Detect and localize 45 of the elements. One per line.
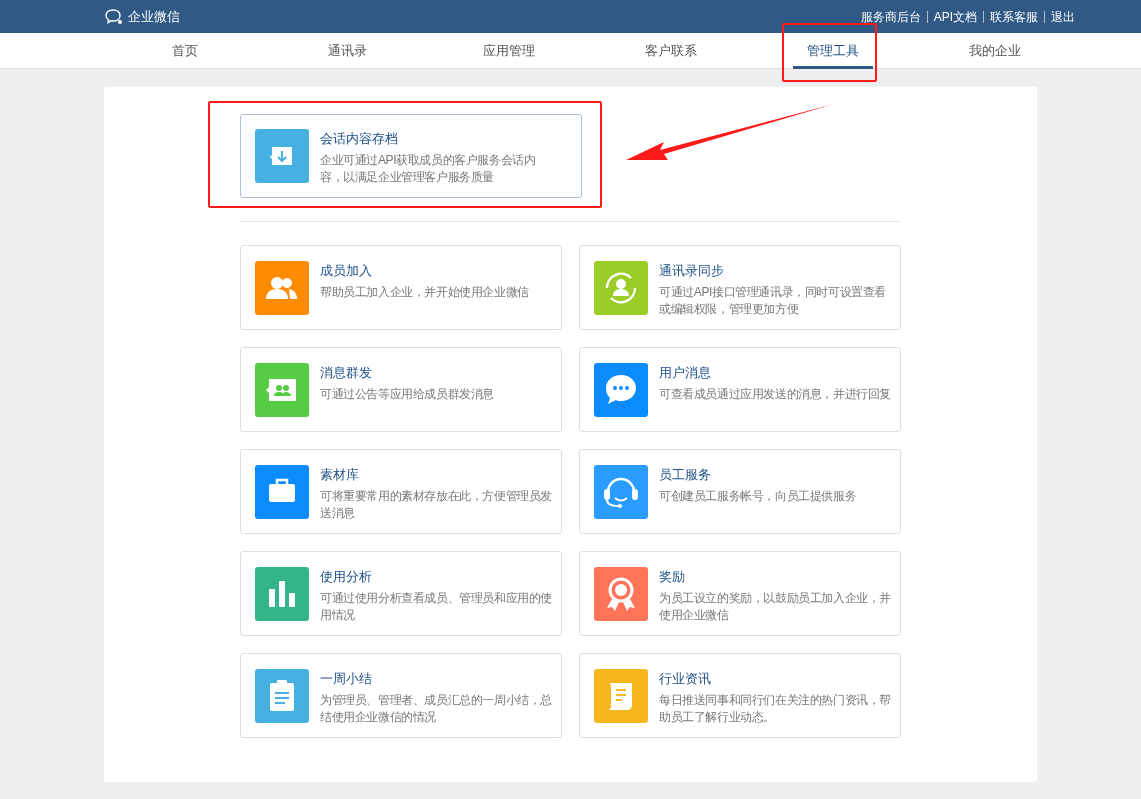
tool-title: 成员加入 xyxy=(320,262,373,280)
tool-card[interactable]: 行业资讯 每日推送同事和同行们在关注的热门资讯，帮助员工了解行业动态。 xyxy=(579,653,901,738)
tool-description: 可查看成员通过应用发送的消息，并进行回复 xyxy=(659,386,891,403)
tool-description: 为管理员、管理者、成员汇总的一周小结，总结使用企业微信的情况 xyxy=(320,692,553,726)
tool-description: 可将重要常用的素材存放在此，方便管理员发送消息 xyxy=(320,488,553,522)
tool-card[interactable]: 素材库 可将重要常用的素材存放在此，方便管理员发送消息 xyxy=(240,449,562,534)
tool-title: 用户消息 xyxy=(659,364,712,382)
header-link[interactable]: 联系客服 xyxy=(990,7,1038,26)
tool-card[interactable]: 奖励 为员工设立的奖励，以鼓励员工加入企业，并使用企业微信 xyxy=(579,551,901,636)
chat-bubble-icon xyxy=(104,7,124,26)
tool-description: 可创建员工服务帐号，向员工提供服务 xyxy=(659,488,857,505)
tool-description: 每日推送同事和同行们在关注的热门资讯，帮助员工了解行业动态。 xyxy=(659,692,892,726)
tool-card[interactable]: 使用分析 可通过使用分析查看成员、管理员和应用的使用情况 xyxy=(240,551,562,636)
nav-tab[interactable]: 我的企业 xyxy=(955,33,1035,69)
tool-card[interactable]: 会话内容存档 企业可通过API获取成员的客户服务会话内容，以满足企业管理客户服务质量 xyxy=(240,114,582,198)
tool-title: 素材库 xyxy=(320,466,360,484)
tool-title: 消息群发 xyxy=(320,364,373,382)
nav-tab[interactable]: 通讯录 xyxy=(313,33,381,69)
tool-description: 可通过使用分析查看成员、管理员和应用的使用情况 xyxy=(320,590,553,624)
tool-title: 会话内容存档 xyxy=(320,130,399,148)
tool-card[interactable]: 消息群发 可通过公告等应用给成员群发消息 xyxy=(240,347,562,432)
header-link[interactable]: 退出 xyxy=(1051,7,1075,26)
tool-card[interactable]: 成员加入 帮助员工加入企业，并开始使用企业微信 xyxy=(240,245,562,330)
tool-title: 通讯录同步 xyxy=(659,262,725,280)
header-link[interactable]: API文档 xyxy=(933,7,977,26)
tool-card[interactable]: 一周小结 为管理员、管理者、成员汇总的一周小结，总结使用企业微信的情况 xyxy=(240,653,562,738)
tool-title: 行业资讯 xyxy=(659,670,712,688)
header-link[interactable]: 服务商后台 xyxy=(860,7,921,26)
tool-title: 员工服务 xyxy=(659,466,712,484)
tool-description: 为员工设立的奖励，以鼓励员工加入企业，并使用企业微信 xyxy=(659,590,892,624)
tool-description: 可通过公告等应用给成员群发消息 xyxy=(320,386,494,403)
nav-tab[interactable]: 首页 xyxy=(158,33,212,69)
tool-description: 可通过API接口管理通讯录，同时可设置查看或编辑权限，管理更加方便 xyxy=(659,284,887,318)
nav-tab[interactable]: 应用管理 xyxy=(469,33,549,69)
tool-card[interactable]: 员工服务 可创建员工服务帐号，向员工提供服务 xyxy=(579,449,901,534)
tool-card[interactable]: 通讯录同步 可通过API接口管理通讯录，同时可设置查看或编辑权限，管理更加方便 xyxy=(579,245,901,330)
nav-tab[interactable]: 管理工具 xyxy=(793,33,873,69)
tool-title: 奖励 xyxy=(659,568,686,586)
tool-title: 使用分析 xyxy=(320,568,373,586)
tool-description: 企业可通过API获取成员的客户服务会话内容，以满足企业管理客户服务质量 xyxy=(320,152,537,186)
tool-description: 帮助员工加入企业，并开始使用企业微信 xyxy=(320,284,529,301)
logo-text: 企业微信 xyxy=(128,7,180,26)
tool-card[interactable]: 用户消息 可查看成员通过应用发送的消息，并进行回复 xyxy=(579,347,901,432)
tool-title: 一周小结 xyxy=(320,670,373,688)
nav-tab[interactable]: 客户联系 xyxy=(631,33,711,69)
